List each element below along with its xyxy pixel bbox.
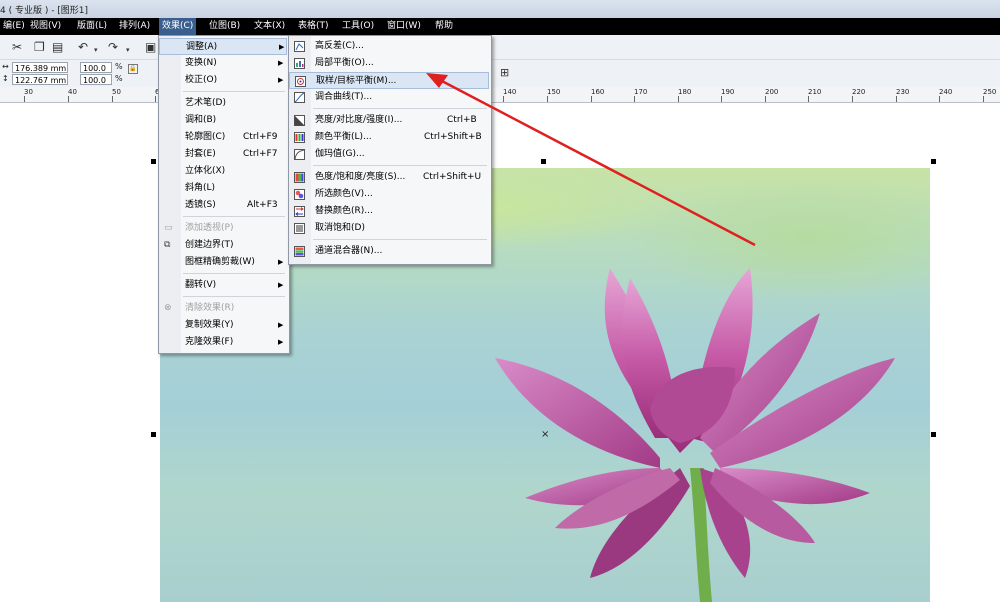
annotation-arrow [426,73,756,247]
